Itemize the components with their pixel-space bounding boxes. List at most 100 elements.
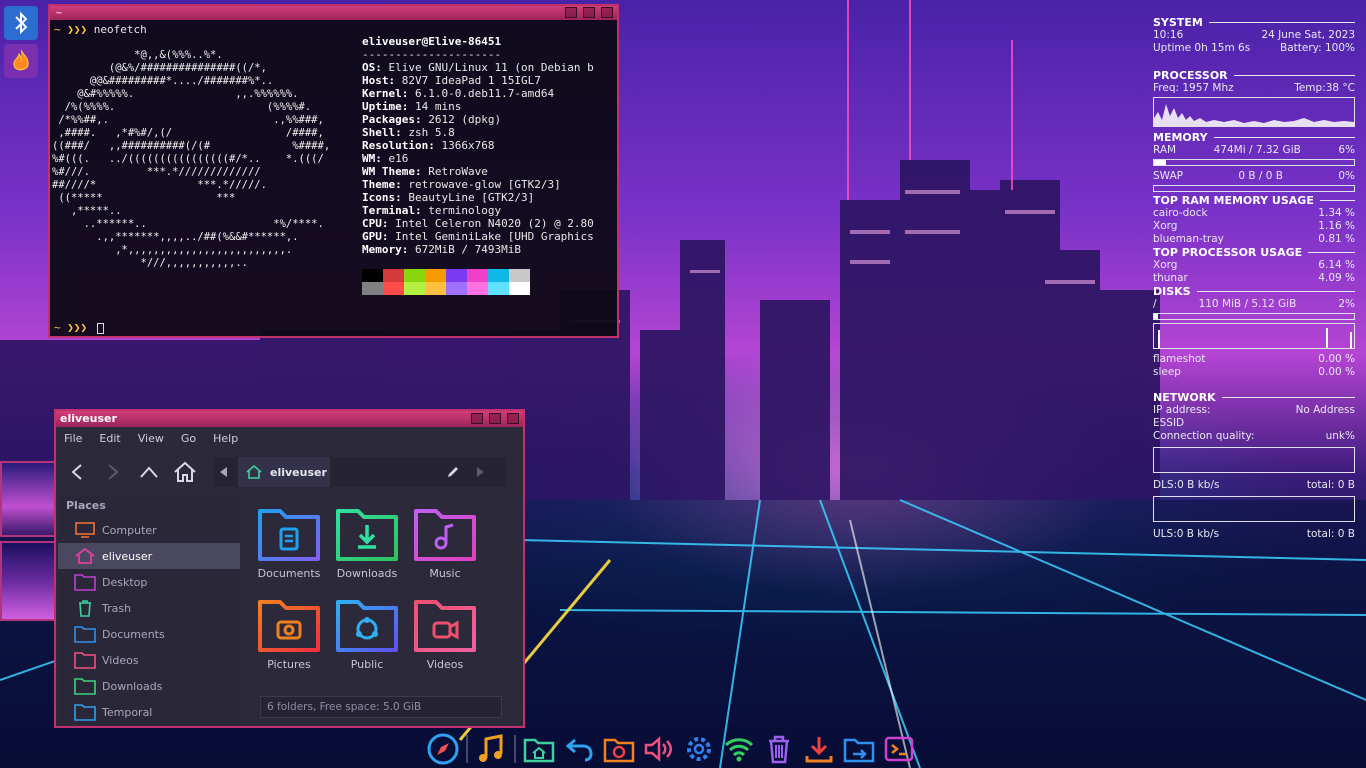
place-downloads[interactable]: Downloads bbox=[58, 673, 240, 699]
undo-icon[interactable] bbox=[562, 732, 596, 766]
workspace-thumbnail-2[interactable] bbox=[0, 541, 56, 621]
place-computer[interactable]: Computer bbox=[58, 517, 240, 543]
info-colon: : bbox=[414, 113, 422, 126]
place-trash[interactable]: Trash bbox=[58, 595, 240, 621]
menu-view[interactable]: View bbox=[138, 432, 164, 445]
place-temporal[interactable]: Temporal bbox=[58, 699, 240, 725]
places-list: Computer eliveuser Desktop Trash Documents Vi… bbox=[58, 517, 240, 725]
downloads-folder-icon bbox=[74, 676, 96, 696]
disks-header: DISKS bbox=[1153, 285, 1355, 298]
triangle-right-icon[interactable] bbox=[476, 467, 484, 477]
trash-icon bbox=[74, 598, 96, 618]
folder-label: Documents bbox=[257, 567, 321, 580]
upload-speed: ULS:0 B kb/s bbox=[1153, 528, 1220, 540]
home-crumb-icon bbox=[246, 465, 262, 479]
folder-pictures[interactable]: Pictures bbox=[250, 596, 328, 671]
text-cursor bbox=[96, 322, 104, 334]
menu-edit[interactable]: Edit bbox=[99, 432, 120, 445]
folder-downloads[interactable]: Downloads bbox=[328, 505, 406, 580]
place-documents[interactable]: Documents bbox=[58, 621, 240, 647]
place-eliveuser[interactable]: eliveuser bbox=[58, 543, 240, 569]
info-row: Memory: 672MiB / 7493MiB bbox=[362, 243, 612, 256]
folder-videos[interactable]: Videos bbox=[406, 596, 484, 671]
folder-music[interactable]: Music bbox=[406, 505, 484, 580]
volume-icon[interactable] bbox=[642, 732, 676, 766]
safari-icon[interactable] bbox=[426, 732, 460, 766]
dock-separator bbox=[466, 735, 468, 763]
terminal-window[interactable]: ~ ~ ❯❯❯ neofetch *@,,&(%%%..%*. (@&%/###… bbox=[48, 4, 619, 338]
info-key: Packages bbox=[362, 113, 415, 126]
up-button[interactable] bbox=[134, 457, 164, 487]
quality-label: Connection quality: bbox=[1153, 430, 1255, 442]
fm-close-button[interactable] bbox=[507, 413, 519, 424]
workspace-thumbnail-1[interactable] bbox=[0, 461, 56, 537]
download-icon[interactable] bbox=[802, 732, 836, 766]
folder-share-icon[interactable] bbox=[842, 732, 876, 766]
prompt-symbol: ~ ❯❯❯ bbox=[54, 23, 88, 36]
ram-bar bbox=[1153, 159, 1355, 166]
settings-icon[interactable] bbox=[682, 732, 716, 766]
palette-swatch bbox=[425, 282, 446, 295]
flame-icon[interactable] bbox=[4, 44, 38, 78]
folder-public[interactable]: Public bbox=[328, 596, 406, 671]
top-ram-process-name: blueman-tray bbox=[1153, 233, 1224, 245]
minimize-button[interactable] bbox=[565, 7, 577, 18]
path-crumb[interactable]: eliveuser bbox=[238, 457, 330, 487]
info-colon: : bbox=[395, 191, 402, 204]
upload-graph bbox=[1153, 496, 1355, 522]
music-icon[interactable] bbox=[474, 732, 508, 766]
palette-swatch bbox=[467, 269, 488, 282]
system-info: eliveuser@Elive-86451 ------------------… bbox=[362, 35, 612, 256]
file-manager-window[interactable]: eliveuser File Edit View Go Help eliveuser bbox=[54, 409, 525, 728]
menu-go[interactable]: Go bbox=[181, 432, 196, 445]
edit-path-icon[interactable] bbox=[446, 465, 460, 479]
download-speed: DLS:0 B kb/s bbox=[1153, 479, 1220, 491]
prompt-symbol-2: ~ ❯❯❯ bbox=[54, 321, 88, 334]
close-button[interactable] bbox=[601, 7, 613, 18]
top-cpu-process-value: 6.14 % bbox=[1318, 259, 1355, 271]
info-row: WM: e16 bbox=[362, 152, 612, 165]
top-ram-process-value: 1.16 % bbox=[1318, 220, 1355, 232]
forward-button[interactable] bbox=[98, 457, 128, 487]
top-cpu-header: TOP PROCESSOR USAGE bbox=[1153, 246, 1355, 259]
trash-icon[interactable] bbox=[762, 732, 796, 766]
info-row: Resolution: 1366x768 bbox=[362, 139, 612, 152]
info-rows: OS: Elive GNU/Linux 11 (on Debian b Host:… bbox=[362, 61, 612, 256]
menu-file[interactable]: File bbox=[64, 432, 82, 445]
camera-icon[interactable] bbox=[602, 732, 636, 766]
fm-titlebar[interactable]: eliveuser bbox=[56, 411, 523, 427]
maximize-button[interactable] bbox=[583, 7, 595, 18]
info-value: e16 bbox=[381, 152, 409, 165]
dock-separator-2 bbox=[514, 735, 516, 763]
menu-help[interactable]: Help bbox=[213, 432, 238, 445]
bluetooth-icon[interactable] bbox=[4, 6, 38, 40]
folder-documents[interactable]: Documents bbox=[250, 505, 328, 580]
home-button[interactable] bbox=[170, 457, 200, 487]
swap-percent: 0% bbox=[1338, 170, 1355, 182]
memory-header: MEMORY bbox=[1153, 131, 1355, 144]
info-key: Shell bbox=[362, 126, 396, 139]
triangle-left-icon[interactable] bbox=[220, 467, 228, 477]
fm-maximize-button[interactable] bbox=[489, 413, 501, 424]
back-button[interactable] bbox=[62, 457, 92, 487]
terminal-icon[interactable] bbox=[882, 732, 916, 766]
fm-statusbar: 6 folders, Free space: 5.0 GiB bbox=[260, 696, 502, 718]
terminal-input-line[interactable]: ~ ❯❯❯ bbox=[54, 321, 104, 334]
place-videos[interactable]: Videos bbox=[58, 647, 240, 673]
info-value: 1366x768 bbox=[434, 139, 495, 152]
info-value: zsh 5.8 bbox=[401, 126, 455, 139]
fm-menubar: File Edit View Go Help bbox=[56, 427, 523, 449]
wifi-icon[interactable] bbox=[722, 732, 756, 766]
home-folder-icon[interactable] bbox=[522, 732, 556, 766]
folder-label: Music bbox=[429, 567, 461, 580]
terminal-titlebar[interactable]: ~ bbox=[50, 6, 617, 20]
info-colon: : bbox=[381, 230, 389, 243]
place-desktop[interactable]: Desktop bbox=[58, 569, 240, 595]
places-title: Places bbox=[66, 499, 106, 512]
info-row: Uptime: 14 mins bbox=[362, 100, 612, 113]
fm-minimize-button[interactable] bbox=[471, 413, 483, 424]
ram-value: 474Mi / 7.32 GiB bbox=[1213, 144, 1301, 156]
cpu-row: Freq: 1957 Mhz Temp:38 °C bbox=[1153, 82, 1355, 95]
disk-mount: / bbox=[1153, 298, 1157, 310]
info-value: 82V7 IdeaPad 1 15IGL7 bbox=[395, 74, 541, 87]
